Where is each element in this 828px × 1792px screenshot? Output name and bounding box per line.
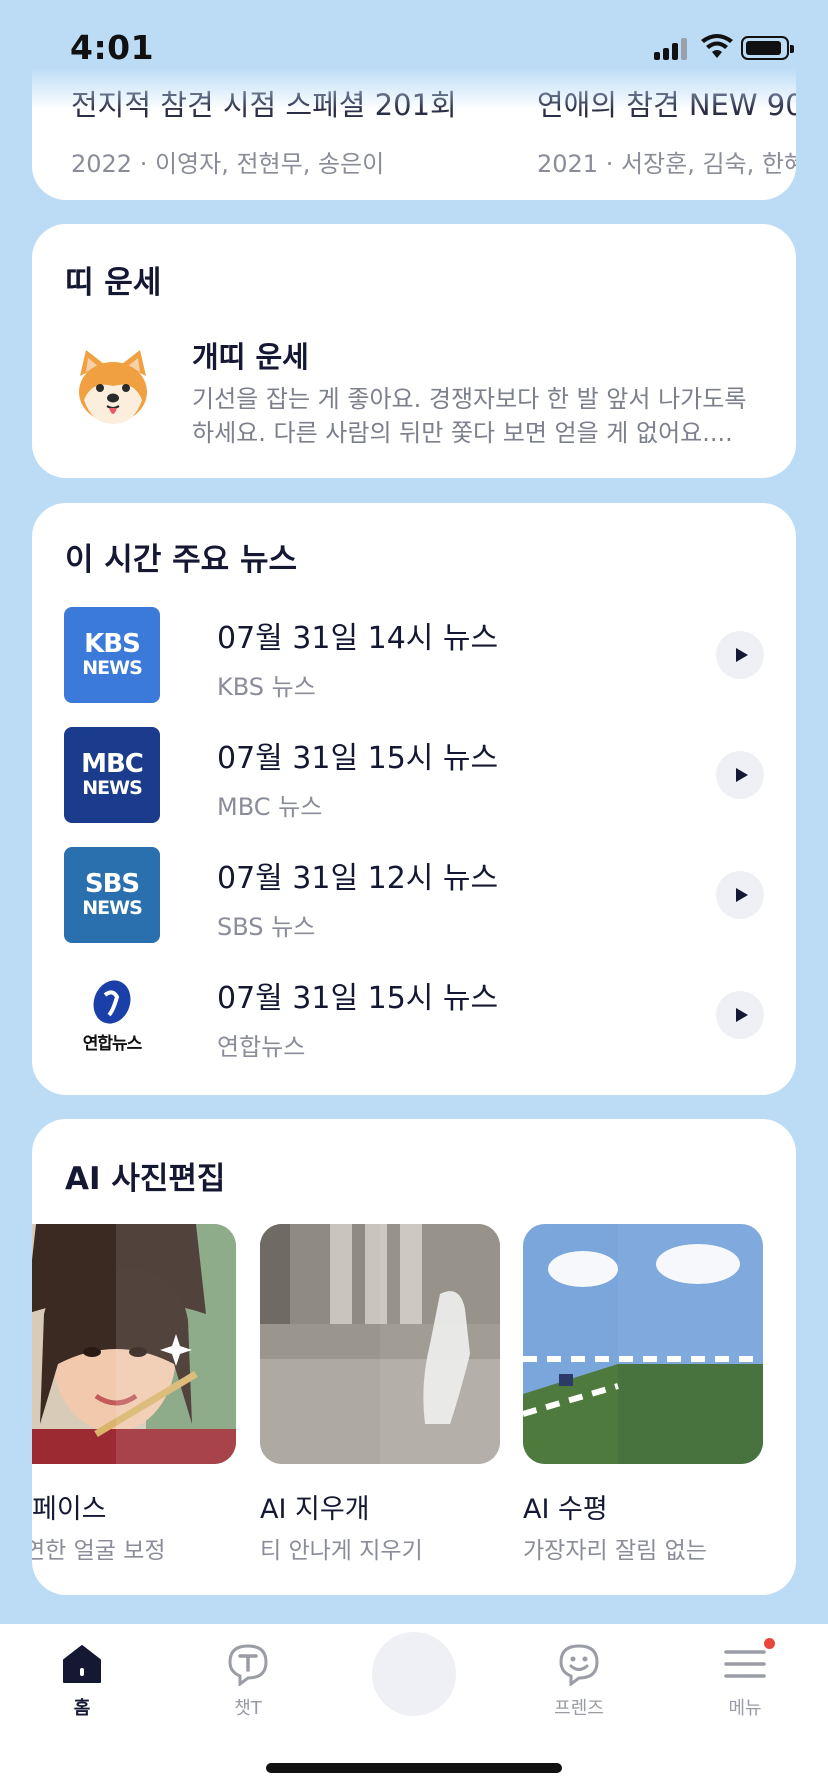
news-item[interactable]: 연합뉴스 07월 31일 15시 뉴스 연합뉴스 bbox=[64, 967, 764, 1063]
tab-chat-t[interactable]: 챗T bbox=[188, 1634, 308, 1734]
tab-label: 프렌즈 bbox=[554, 1698, 604, 1719]
logo-text: SBS bbox=[84, 869, 140, 899]
tab-label: 홈 bbox=[73, 1698, 91, 1719]
news-source: 연합뉴스 bbox=[217, 1033, 306, 1061]
news-section-title: 이 시간 주요 뉴스 bbox=[65, 542, 298, 578]
play-button[interactable] bbox=[716, 631, 764, 679]
portrait-image bbox=[32, 1224, 236, 1464]
center-action-button[interactable] bbox=[372, 1632, 456, 1716]
tab-menu[interactable]: 메뉴 bbox=[685, 1634, 805, 1734]
ai-eraser-thumbnail[interactable] bbox=[260, 1224, 500, 1464]
logo-text: 연합뉴스 bbox=[82, 1033, 143, 1054]
kbs-news-logo: KBS NEWS bbox=[64, 607, 160, 703]
status-time: 4:01 bbox=[70, 28, 155, 67]
tab-home[interactable]: 홈 bbox=[22, 1634, 142, 1734]
status-bar: 4:01 bbox=[0, 0, 828, 110]
fortune-section-title: 띠 운세 bbox=[65, 265, 162, 301]
yonhap-emblem-icon bbox=[93, 979, 131, 1024]
tab-label: 챗T bbox=[234, 1698, 262, 1719]
photo-edit-label: 페이스 bbox=[32, 1494, 107, 1525]
face-retouch-thumbnail[interactable] bbox=[32, 1224, 236, 1464]
sbs-news-logo: SBS NEWS bbox=[64, 847, 160, 943]
home-screen: 전지적 참견 시점 스페셜 201회 2022 · 이영자, 전현무, 송은이 … bbox=[0, 0, 828, 1792]
tab-friends[interactable]: 프렌즈 bbox=[519, 1634, 639, 1734]
news-item[interactable]: SBS NEWS 07월 31일 12시 뉴스 SBS 뉴스 bbox=[64, 847, 764, 943]
fortune-card[interactable]: 띠 운세 개띠 운세 기선을 잡는 게 좋아요. 경쟁자보다 한 발 앞서 나가… bbox=[32, 224, 796, 478]
news-item[interactable]: KBS NEWS 07월 31일 14시 뉴스 KBS 뉴스 bbox=[64, 607, 764, 703]
chat-t-icon bbox=[228, 1644, 268, 1686]
logo-text: NEWS bbox=[82, 777, 143, 799]
tab-label: 메뉴 bbox=[728, 1698, 762, 1719]
play-icon bbox=[735, 648, 748, 662]
battery-icon bbox=[741, 36, 794, 60]
photo-edit-desc: 가장자리 잘림 없는 bbox=[523, 1538, 707, 1564]
news-source: MBC 뉴스 bbox=[217, 793, 323, 821]
photo-edit-label: AI 수평 bbox=[523, 1494, 608, 1525]
logo-text: KBS bbox=[84, 629, 141, 659]
logo-text: NEWS bbox=[82, 657, 143, 679]
photo-edit-section-title: AI 사진편집 bbox=[65, 1161, 226, 1197]
play-icon bbox=[735, 1008, 748, 1022]
news-title: 07월 31일 14시 뉴스 bbox=[217, 621, 499, 656]
friends-icon bbox=[559, 1644, 599, 1686]
news-title: 07월 31일 15시 뉴스 bbox=[217, 741, 499, 776]
play-button[interactable] bbox=[716, 871, 764, 919]
yonhap-news-logo: 연합뉴스 bbox=[64, 967, 160, 1063]
wifi-icon bbox=[701, 34, 733, 58]
home-indicator bbox=[266, 1763, 562, 1773]
news-title: 07월 31일 15시 뉴스 bbox=[217, 981, 499, 1016]
fortune-text: 기선을 잡는 게 좋아요. 경쟁자보다 한 발 앞서 나가도록 하세요. 다른 … bbox=[192, 385, 747, 447]
landscape-image bbox=[523, 1224, 763, 1464]
photo-edit-desc: 연한 얼굴 보정 bbox=[32, 1538, 166, 1564]
show-meta: 2021 · 서장훈, 김숙, 한혜 bbox=[537, 150, 796, 178]
play-icon bbox=[735, 888, 748, 902]
play-icon bbox=[735, 768, 748, 782]
news-source: KBS 뉴스 bbox=[217, 673, 316, 701]
home-icon bbox=[63, 1645, 101, 1683]
cellular-signal-icon bbox=[654, 38, 690, 60]
notification-badge bbox=[764, 1638, 775, 1649]
ai-horizon-thumbnail[interactable] bbox=[523, 1224, 763, 1464]
show-meta: 2022 · 이영자, 전현무, 송은이 bbox=[71, 150, 385, 178]
logo-text: MBC bbox=[81, 749, 144, 779]
photo-edit-label: AI 지우개 bbox=[260, 1494, 370, 1525]
menu-icon bbox=[724, 1650, 766, 1678]
news-card: 이 시간 주요 뉴스 KBS NEWS 07월 31일 14시 뉴스 KBS 뉴… bbox=[32, 503, 796, 1095]
building-image bbox=[260, 1224, 500, 1464]
news-source: SBS 뉴스 bbox=[217, 913, 316, 941]
photo-edit-desc: 티 안나게 지우기 bbox=[260, 1538, 423, 1564]
fortune-name: 개띠 운세 bbox=[192, 340, 309, 374]
play-button[interactable] bbox=[716, 991, 764, 1039]
ai-photo-edit-card: AI 사진편집 페이스 연한 얼굴 보정 AI 지우개 티 안나게 지우기 AI… bbox=[32, 1119, 796, 1595]
play-button[interactable] bbox=[716, 751, 764, 799]
news-item[interactable]: MBC NEWS 07월 31일 15시 뉴스 MBC 뉴스 bbox=[64, 727, 764, 823]
mbc-news-logo: MBC NEWS bbox=[64, 727, 160, 823]
dog-face-icon bbox=[79, 350, 147, 424]
news-title: 07월 31일 12시 뉴스 bbox=[217, 861, 499, 896]
logo-text: NEWS bbox=[82, 897, 143, 919]
